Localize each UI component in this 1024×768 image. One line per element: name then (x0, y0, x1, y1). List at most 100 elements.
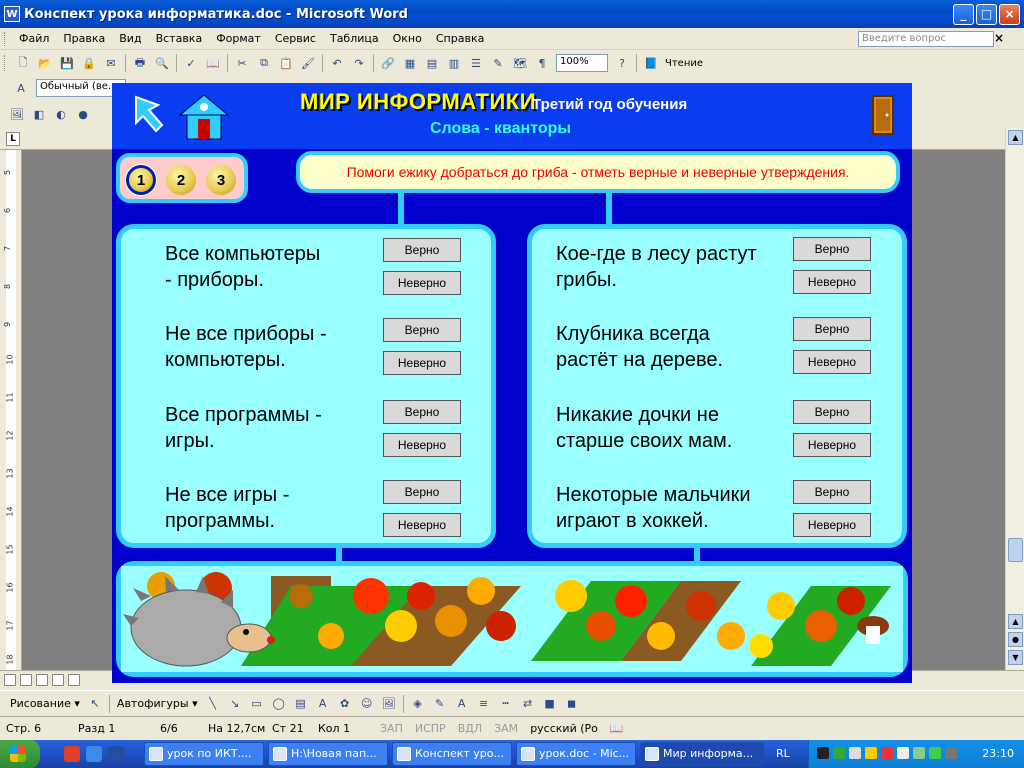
status-overtype[interactable]: ЗАМ (488, 722, 524, 735)
columns-icon[interactable]: ☰ (467, 54, 485, 72)
print-view-icon[interactable] (36, 674, 48, 686)
ie-icon[interactable] (86, 746, 102, 762)
normal-view-icon[interactable] (4, 674, 16, 686)
clock[interactable]: 23:10 (982, 747, 1014, 760)
true-button-left-1[interactable]: Верно (383, 238, 461, 262)
false-button-right-3[interactable]: Неверно (793, 433, 871, 457)
insert-excel-icon[interactable]: ▥ (445, 54, 463, 72)
clipart-icon[interactable]: ☺ (358, 695, 376, 713)
scroll-thumb[interactable] (1008, 538, 1023, 562)
dash-style-icon[interactable]: ┅ (497, 695, 515, 713)
false-button-left-2[interactable]: Неверно (383, 351, 461, 375)
styles-icon[interactable]: A (12, 79, 30, 97)
menu-window[interactable]: Окно (386, 30, 429, 47)
redo-icon[interactable]: ↷ (350, 54, 368, 72)
true-button-left-4[interactable]: Верно (383, 480, 461, 504)
status-extend[interactable]: ВДЛ (452, 722, 488, 735)
drawing-menu[interactable]: Рисование ▾ (6, 697, 84, 710)
autoshapes-menu[interactable]: Автофигуры ▾ (113, 697, 202, 710)
outline-view-icon[interactable] (52, 674, 64, 686)
true-button-right-4[interactable]: Верно (793, 480, 871, 504)
word-app-icon[interactable]: W (4, 6, 20, 22)
zoom-select[interactable]: 100% (556, 54, 608, 72)
print-preview-icon[interactable]: 🔍 (153, 54, 171, 72)
minimize-button[interactable]: _ (953, 3, 974, 25)
paste-icon[interactable]: 📋 (277, 54, 295, 72)
select-objects-icon[interactable]: ↖ (86, 695, 104, 713)
new-document-icon[interactable]: 🗋 (14, 54, 32, 72)
level-1-button[interactable]: 1 (126, 165, 156, 195)
menu-insert[interactable]: Вставка (149, 30, 210, 47)
toolbar-grip[interactable] (4, 31, 7, 46)
vertical-scrollbar[interactable]: ▲ ▲ ● ▼ (1005, 128, 1024, 670)
menu-tools[interactable]: Сервис (268, 30, 323, 47)
false-button-left-4[interactable]: Неверно (383, 513, 461, 537)
tray-misc-icon[interactable] (945, 747, 957, 759)
drawing-icon[interactable]: ✎ (489, 54, 507, 72)
close-document-button[interactable]: × (994, 31, 1004, 45)
3d-icon[interactable]: ◼ (563, 695, 581, 713)
arrow-icon[interactable]: ↘ (226, 695, 244, 713)
scroll-up-icon[interactable]: ▲ (1008, 130, 1023, 145)
color-icon[interactable]: ◧ (30, 105, 48, 123)
menu-file[interactable]: Файл (12, 30, 56, 47)
menu-edit[interactable]: Правка (56, 30, 112, 47)
true-button-left-3[interactable]: Верно (383, 400, 461, 424)
brightness-icon[interactable]: ● (74, 105, 92, 123)
email-icon[interactable]: ✉ (102, 54, 120, 72)
spelling-status-icon[interactable]: 📖 (604, 722, 630, 735)
help-icon[interactable]: ? (613, 54, 631, 72)
undo-icon[interactable]: ↶ (328, 54, 346, 72)
false-button-right-4[interactable]: Неверно (793, 513, 871, 537)
exit-door-icon[interactable] (872, 95, 894, 135)
reading-view-icon[interactable] (68, 674, 80, 686)
tray-warning-icon[interactable] (865, 747, 877, 759)
hyperlink-icon[interactable]: 🔗 (379, 54, 397, 72)
slide-canvas[interactable]: МИР ИНФОРМАТИКИ Третий год обучения Слов… (112, 83, 912, 683)
read-icon[interactable]: 📘 (642, 54, 660, 72)
status-language[interactable]: русский (Ро (524, 722, 604, 735)
arrow-style-icon[interactable]: ⇄ (519, 695, 537, 713)
tray-security-icon[interactable] (881, 747, 893, 759)
language-indicator[interactable]: RL (776, 747, 790, 760)
media-icon[interactable] (108, 746, 124, 762)
start-button[interactable] (0, 740, 40, 768)
tray-volume-icon[interactable] (897, 747, 909, 759)
toolbar-grip[interactable] (4, 55, 7, 71)
menu-format[interactable]: Формат (209, 30, 268, 47)
cut-icon[interactable]: ✂ (233, 54, 251, 72)
font-color-icon[interactable]: A (453, 695, 471, 713)
taskbar-item-urok[interactable]: урок.doc - Mic... (516, 742, 636, 766)
tables-borders-icon[interactable]: ▦ (401, 54, 419, 72)
textbox-icon[interactable]: ▤ (292, 695, 310, 713)
tray-nvidia-icon[interactable] (929, 747, 941, 759)
oval-icon[interactable]: ◯ (270, 695, 288, 713)
tab-selector[interactable]: L (6, 132, 20, 146)
tray-battery-icon[interactable] (913, 747, 925, 759)
fill-color-icon[interactable]: ◈ (409, 695, 427, 713)
format-painter-icon[interactable]: 🖌 (299, 54, 317, 72)
picture-icon[interactable]: 🖼 (380, 695, 398, 713)
browse-object-icon[interactable]: ● (1008, 632, 1023, 647)
taskbar-item-folder[interactable]: H:\Новая пап... (268, 742, 388, 766)
tray-device-icon[interactable] (849, 747, 861, 759)
level-3-button[interactable]: 3 (206, 165, 236, 195)
web-view-icon[interactable] (20, 674, 32, 686)
open-folder-icon[interactable]: 📂 (36, 54, 54, 72)
line-color-icon[interactable]: ✎ (431, 695, 449, 713)
insert-table-icon[interactable]: ▤ (423, 54, 441, 72)
taskbar-item-konspekt[interactable]: Конспект уро... (392, 742, 512, 766)
maximize-button[interactable]: □ (976, 3, 997, 25)
quicklaunch-browser-icon[interactable] (64, 746, 80, 762)
home-icon[interactable] (178, 93, 230, 141)
true-button-right-2[interactable]: Верно (793, 317, 871, 341)
false-button-left-3[interactable]: Неверно (383, 433, 461, 457)
false-button-left-1[interactable]: Неверно (383, 271, 461, 295)
shadow-icon[interactable]: ■ (541, 695, 559, 713)
true-button-right-3[interactable]: Верно (793, 400, 871, 424)
rectangle-icon[interactable]: ▭ (248, 695, 266, 713)
document-map-icon[interactable]: 🗺 (511, 54, 529, 72)
read-button-label[interactable]: Чтение (662, 58, 706, 69)
diagram-icon[interactable]: ✿ (336, 695, 354, 713)
level-2-button[interactable]: 2 (166, 165, 196, 195)
